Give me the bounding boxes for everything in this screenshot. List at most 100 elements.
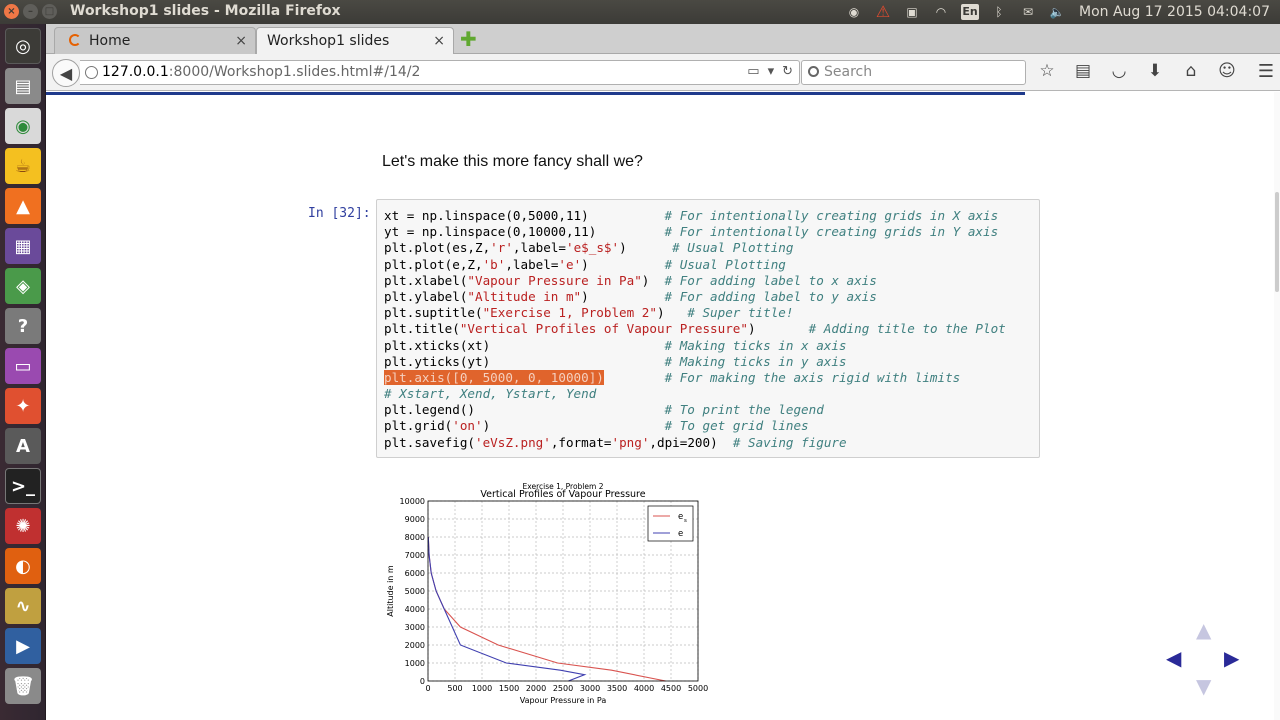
close-tab-icon[interactable]: × (235, 33, 247, 49)
code-token: plt.suptitle( (384, 305, 483, 321)
clock[interactable]: Mon Aug 17 2015 04:04:07 (1079, 4, 1270, 20)
terminal-icon[interactable]: >_ (5, 468, 41, 504)
x-axis-label: Vapour Pressure in Pa (520, 696, 607, 705)
window-title: Workshop1 slides - Mozilla Firefox (70, 3, 341, 19)
code-comment: # For intentionally creating grids in X … (664, 208, 999, 223)
code-token: ) (656, 305, 688, 321)
code-token: ,format= (550, 434, 612, 450)
code-token: plt.xticks(xt) (384, 337, 665, 353)
x-tick-label: 3500 (607, 684, 627, 693)
y-tick-label: 3000 (405, 623, 425, 632)
hello-chat-icon[interactable]: ☺ (1216, 61, 1238, 81)
code-line: plt.savefig('eVsZ.png',format='png',dpi=… (384, 435, 1039, 451)
x-tick-label: 1500 (499, 684, 519, 693)
code-comment: # For making the axis rigid with limits (664, 369, 961, 385)
ubuntu-one-icon[interactable]: ✺ (5, 508, 41, 544)
code-token: ,dpi=200) (649, 434, 733, 450)
close-tab-icon[interactable]: × (433, 33, 445, 49)
waveform-app-icon[interactable]: ∿ (5, 588, 41, 624)
code-string: 'e$_s$' (565, 240, 620, 256)
code-line: plt.title("Vertical Profiles of Vapour P… (384, 321, 1039, 337)
url-bar[interactable]: 127.0.0.1:8000/Workshop1.slides.html#/14… (80, 60, 800, 85)
code-comment: # To print the legend (664, 402, 824, 418)
code-string: 'eVsZ.png' (475, 434, 551, 450)
font-viewer-icon[interactable]: A (5, 428, 41, 464)
slide-progress-bar (46, 92, 1025, 95)
code-comment: # Saving figure (732, 434, 847, 450)
code-line: plt.plot(es,Z,'r',label='e$_s$') # Usual… (384, 240, 1039, 256)
x-tick-label: 3000 (580, 684, 600, 693)
close-window-button[interactable]: × (4, 4, 19, 19)
legend-subscript-es: s (684, 518, 687, 524)
url-path: :8000/Workshop1.slides.html#/14/2 (168, 64, 421, 80)
code-token: plt.title( (384, 321, 460, 337)
y-tick-label: 8000 (405, 533, 425, 542)
warning-icon[interactable]: ⚠ (874, 4, 892, 20)
bluetooth-icon[interactable]: ᛒ (990, 4, 1008, 20)
downloads-icon[interactable]: ⬇ (1144, 61, 1166, 81)
teapot-app-icon[interactable]: ☕ (5, 148, 41, 184)
dropdown-arrow-icon[interactable]: ▾ (768, 64, 775, 79)
tab-workshop1-slides[interactable]: Workshop1 slides × (256, 27, 454, 55)
url-actions: ▭ ▾ ↻ (747, 64, 793, 79)
scrollbar-thumb[interactable] (1275, 192, 1279, 292)
navigate-up-arrow[interactable]: ▲ (1196, 620, 1211, 640)
screen-recorder-icon[interactable]: ◉ (845, 4, 863, 20)
x-tick-label: 4500 (661, 684, 681, 693)
reader-view-icon[interactable]: ▭ (747, 64, 759, 79)
unity-launcher: ◎ ▤ ◉ ☕ ▲ ▦ ◈ ? ▭ ✦ A >_ ✺ ◐ ∿ ▶ 🗑 (0, 24, 46, 720)
navigate-down-arrow[interactable]: ▼ (1196, 676, 1211, 696)
software-center-icon[interactable]: ✦ (5, 388, 41, 424)
code-token: ) (581, 256, 665, 272)
code-token: yt = np.linspace(0,10000,11) (384, 224, 665, 240)
code-comment: # For adding label to x axis (664, 272, 877, 288)
search-icon (808, 66, 819, 77)
maximize-window-button[interactable]: □ (42, 4, 57, 19)
code-string: "Exercise 1, Problem 2" (482, 305, 657, 321)
search-input[interactable]: Search (801, 60, 1026, 85)
tab-home[interactable]: Home × (54, 27, 256, 54)
code-cell[interactable]: xt = np.linspace(0,5000,11) # For intent… (376, 199, 1040, 458)
vlc-icon[interactable]: ▲ (5, 188, 41, 224)
url-host: 127.0.0.1 (102, 64, 169, 80)
hamburger-menu-icon[interactable]: ☰ (1258, 61, 1274, 82)
navigate-left-arrow[interactable]: ◀ (1166, 648, 1181, 668)
pocket-icon[interactable]: ◡ (1108, 61, 1130, 81)
code-string: "Vertical Profiles of Vapour Pressure" (459, 321, 748, 337)
mail-icon[interactable]: ✉ (1019, 4, 1037, 20)
code-line: plt.legend() # To print the legend (384, 402, 1039, 418)
wifi-icon[interactable]: ◠ (932, 4, 950, 20)
minimize-window-button[interactable]: – (23, 4, 38, 19)
keyboard-layout-indicator[interactable]: En (961, 4, 980, 20)
page-scrollbar[interactable] (1274, 92, 1280, 720)
x-tick-label: 5000 (688, 684, 708, 693)
code-token: ) (581, 288, 665, 304)
navigate-right-arrow[interactable]: ▶ (1224, 648, 1239, 668)
trash-icon[interactable]: 🗑 (5, 668, 41, 704)
chrome-icon[interactable]: ◉ (5, 108, 41, 144)
radio-tray-icon[interactable]: ▦ (5, 228, 41, 264)
code-comment: # Usual Plotting (672, 240, 794, 256)
y-tick-label: 4000 (405, 605, 425, 614)
files-icon[interactable]: ▤ (5, 68, 41, 104)
bookmarks-list-icon[interactable]: ▤ (1072, 61, 1094, 81)
media-player-icon[interactable]: ▶ (5, 628, 41, 664)
firefox-icon[interactable]: ◐ (5, 548, 41, 584)
bookmark-star-icon[interactable]: ☆ (1036, 61, 1058, 81)
new-tab-button[interactable]: ✚ (460, 29, 477, 49)
volume-icon[interactable]: 🔈 (1048, 4, 1066, 20)
code-line: xt = np.linspace(0,5000,11) # For intent… (384, 208, 1039, 224)
document-icon[interactable]: ▣ (903, 4, 921, 20)
code-line: plt.grid('on') # To get grid lines (384, 418, 1039, 434)
y-tick-label: 5000 (405, 587, 425, 596)
code-selection: plt.axis([0, 5000, 0, 10000]) (384, 369, 604, 385)
slide-content: Let's make this more fancy shall we? In … (46, 92, 1274, 720)
home-icon[interactable]: ⌂ (1180, 61, 1202, 81)
help-icon[interactable]: ? (5, 308, 41, 344)
cube-app-icon[interactable]: ◈ (5, 268, 41, 304)
dash-home-icon[interactable]: ◎ (5, 28, 41, 64)
media-app-icon[interactable]: ▭ (5, 348, 41, 384)
back-button[interactable]: ◀ (52, 59, 80, 87)
code-string: 'png' (611, 434, 650, 450)
reload-icon[interactable]: ↻ (782, 64, 793, 79)
